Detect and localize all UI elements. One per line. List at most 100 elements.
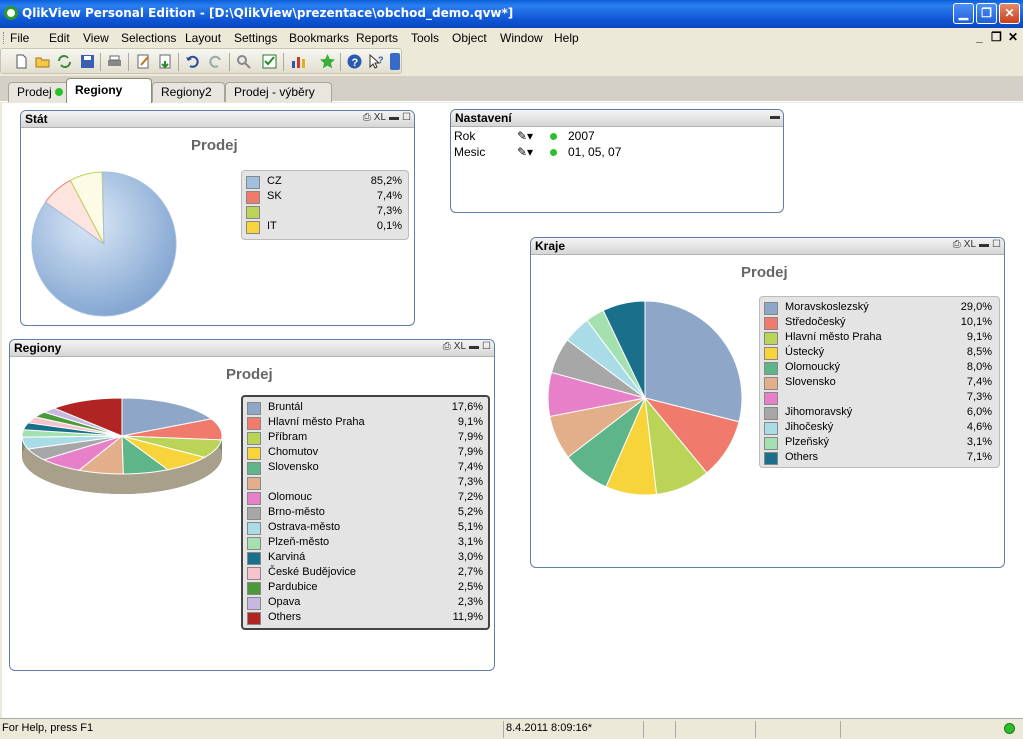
legend-item[interactable]: Others 11,9% xyxy=(247,611,483,626)
legend-item[interactable]: Ústecký 8,5% xyxy=(764,346,992,361)
reload-data-icon[interactable] xyxy=(157,53,174,70)
open-folder-icon[interactable] xyxy=(34,53,51,70)
save-icon[interactable] xyxy=(79,53,96,70)
undo-icon[interactable] xyxy=(184,53,201,70)
help-icon[interactable]: ? xyxy=(346,53,363,70)
reload-icon[interactable] xyxy=(56,53,73,70)
maximize-icon[interactable]: ☐ xyxy=(482,341,491,352)
legend-item[interactable]: Chomutov 7,9% xyxy=(247,446,483,461)
menu-bookmarks[interactable]: Bookmarks xyxy=(289,31,349,45)
legend-swatch xyxy=(764,347,778,360)
print-icon[interactable] xyxy=(106,53,123,70)
minimize-button[interactable]: ▁ xyxy=(953,3,974,24)
legend-item[interactable]: Ostrava-město 5,1% xyxy=(247,521,483,536)
legend-item[interactable]: SK 7,4% xyxy=(246,190,402,205)
tab-prodej-vybery[interactable]: Prodej - výběry xyxy=(225,82,332,102)
legend-item[interactable]: Středočeský 10,1% xyxy=(764,316,992,331)
menu-edit[interactable]: Edit xyxy=(49,31,70,45)
new-file-icon[interactable] xyxy=(13,53,30,70)
doc-restore-button[interactable]: ❐ xyxy=(991,30,1002,44)
restore-button[interactable]: ❐ xyxy=(976,3,997,24)
regiony-3d-pie-chart[interactable] xyxy=(20,394,225,499)
menu-tools[interactable]: Tools xyxy=(411,31,439,45)
legend-item[interactable]: Plzeňský 3,1% xyxy=(764,436,992,451)
regiony-chart-box[interactable]: Regiony ⎙ XL ▬ ☐ Prodej Bruntál 17,6% Hlavní … xyxy=(9,339,495,671)
legend-item[interactable]: Olomoucký 8,0% xyxy=(764,361,992,376)
close-button[interactable]: ✕ xyxy=(999,3,1020,24)
legend-item[interactable]: Jihomoravský 6,0% xyxy=(764,406,992,421)
legend-item[interactable]: IT 0,1% xyxy=(246,220,402,235)
legend-item[interactable]: Olomouc 7,2% xyxy=(247,491,483,506)
context-help-icon[interactable]: ? xyxy=(368,53,385,70)
legend-item[interactable]: Karviná 3,0% xyxy=(247,551,483,566)
tab-label: Prodej - výběry xyxy=(234,85,315,99)
minimize-icon[interactable]: ▬ xyxy=(770,111,780,122)
menu-file[interactable]: File xyxy=(10,31,29,45)
doc-close-button[interactable]: ✕ xyxy=(1008,30,1018,44)
menu-settings[interactable]: Settings xyxy=(234,31,277,45)
menu-window[interactable]: Window xyxy=(500,31,543,45)
legend-item[interactable]: Moravskoslezský 29,0% xyxy=(764,301,992,316)
stat-chart-box[interactable]: Stát ⎙ XL ▬ ☐ Prodej CZ 85,2% SK 7,4% 7,3% IT 0,1… xyxy=(20,110,415,326)
input-row-rok[interactable]: Rok xyxy=(454,129,475,143)
menu-object[interactable]: Object xyxy=(452,31,487,45)
menu-layout[interactable]: Layout xyxy=(185,31,221,45)
legend-item[interactable]: Bruntál 17,6% xyxy=(247,401,483,416)
field-value[interactable]: 01, 05, 07 xyxy=(568,145,621,159)
new-chart-icon[interactable] xyxy=(290,53,307,70)
kraje-pie-chart[interactable] xyxy=(545,298,745,498)
field-value[interactable]: 2007 xyxy=(568,129,595,143)
excel-icon[interactable]: XL xyxy=(374,112,386,123)
redo-icon[interactable] xyxy=(207,53,224,70)
menu-reports[interactable]: Reports xyxy=(356,31,398,45)
eraser-icon[interactable]: ✎▾ xyxy=(517,129,533,143)
legend-item[interactable]: České Budějovice 2,7% xyxy=(247,566,483,581)
legend-item[interactable]: Hlavní město Praha 9,1% xyxy=(247,416,483,431)
legend-item[interactable]: Opava 2,3% xyxy=(247,596,483,611)
legend-item[interactable]: 7,3% xyxy=(246,205,402,220)
legend-item[interactable]: Hlavní město Praha 9,1% xyxy=(764,331,992,346)
legend-item[interactable]: Slovensko 7,4% xyxy=(247,461,483,476)
kraje-chart-box[interactable]: Kraje ⎙ XL ▬ ☐ Prodej Moravskoslezský 29,0% S… xyxy=(530,237,1005,568)
excel-icon[interactable]: XL xyxy=(964,239,976,250)
legend-item[interactable]: 7,3% xyxy=(764,391,992,406)
maximize-icon[interactable]: ☐ xyxy=(402,112,411,123)
minimize-icon[interactable]: ▬ xyxy=(469,341,479,352)
maximize-icon[interactable]: ☐ xyxy=(992,239,1001,250)
legend-swatch xyxy=(247,477,261,490)
legend-item[interactable]: 7,3% xyxy=(247,476,483,491)
menu-help[interactable]: Help xyxy=(554,31,579,45)
status-dot-icon xyxy=(550,149,557,156)
kraje-legend: Moravskoslezský 29,0% Středočeský 10,1% Hlav… xyxy=(759,296,1000,468)
menu-grip-icon xyxy=(3,32,6,44)
legend-swatch xyxy=(764,302,778,315)
legend-item[interactable]: Příbram 7,9% xyxy=(247,431,483,446)
tab-regiony[interactable]: Regiony xyxy=(66,78,152,103)
legend-item[interactable]: Plzeň-město 3,1% xyxy=(247,536,483,551)
legend-item[interactable]: Pardubice 2,5% xyxy=(247,581,483,596)
eraser-icon[interactable]: ✎▾ xyxy=(517,145,533,159)
input-row-mesic[interactable]: Mesic xyxy=(454,145,485,159)
tab-prodej[interactable]: Prodej xyxy=(8,82,72,102)
minimize-icon[interactable]: ▬ xyxy=(389,112,399,123)
menu-selections[interactable]: Selections xyxy=(121,31,176,45)
edit-script-icon[interactable] xyxy=(135,53,152,70)
legend-item[interactable]: Slovensko 7,4% xyxy=(764,376,992,391)
legend-item[interactable]: CZ 85,2% xyxy=(246,175,402,190)
print-icon[interactable]: ⎙ xyxy=(363,112,371,123)
legend-item[interactable]: Others 7,1% xyxy=(764,451,992,466)
minimize-icon[interactable]: ▬ xyxy=(979,239,989,250)
print-icon[interactable]: ⎙ xyxy=(443,341,451,352)
legend-item[interactable]: Jihočeský 4,6% xyxy=(764,421,992,436)
doc-minimize-button[interactable]: _ xyxy=(976,30,983,44)
menu-view[interactable]: View xyxy=(83,31,109,45)
search-icon[interactable] xyxy=(235,53,252,70)
tab-regiony2[interactable]: Regiony2 xyxy=(152,82,225,102)
bookmark-star-icon[interactable] xyxy=(319,53,336,70)
select-icon[interactable] xyxy=(261,53,278,70)
stat-pie-chart[interactable] xyxy=(29,169,179,319)
toolbar-options-icon[interactable] xyxy=(390,53,400,70)
print-icon[interactable]: ⎙ xyxy=(953,239,961,250)
legend-item[interactable]: Brno-město 5,2% xyxy=(247,506,483,521)
excel-icon[interactable]: XL xyxy=(454,341,466,352)
